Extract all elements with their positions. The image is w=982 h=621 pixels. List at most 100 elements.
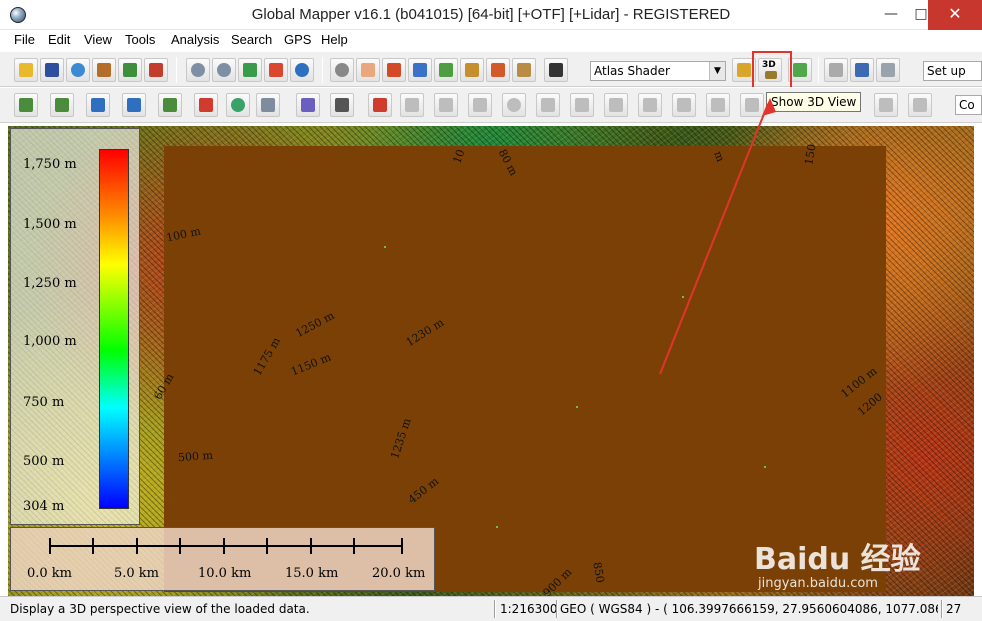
open-folder-icon[interactable] (14, 58, 38, 82)
shader-dropdown-value: Atlas Shader (594, 64, 670, 78)
points-icon[interactable] (296, 93, 320, 117)
save-icon[interactable] (40, 58, 64, 82)
scale-bar: 0.0 km 5.0 km 10.0 km 15.0 km 20.0 km (10, 527, 435, 591)
tool-disabled-6-icon[interactable] (570, 93, 594, 117)
toolbar-separator (818, 57, 819, 83)
scale-label: 15.0 km (285, 566, 339, 581)
status-separator (556, 600, 558, 618)
show-3d-view-tooltip: Show 3D View (766, 92, 862, 112)
menu-gps[interactable]: GPS (284, 32, 311, 47)
data-speck (496, 526, 498, 528)
legend-label: 304 m (23, 499, 65, 514)
baidu-url: jingyan.baidu.com (758, 576, 878, 591)
toolbar-separator (176, 57, 177, 83)
path-profile-icon[interactable] (434, 58, 458, 82)
data-speck (764, 466, 766, 468)
split-line-icon[interactable] (368, 93, 392, 117)
status-message: Display a 3D perspective view of the loa… (10, 602, 310, 616)
baidu-watermark: Baidu 经验 jingyan.baidu.com (754, 530, 980, 600)
watershed-icon[interactable] (122, 93, 146, 117)
window-title: Global Mapper v16.1 (b041015) [64-bit] [… (251, 6, 731, 23)
menu-help[interactable]: Help (321, 32, 348, 47)
tool-disabled-8-icon[interactable] (638, 93, 662, 117)
tool-disabled-9-icon[interactable] (672, 93, 696, 117)
layer-icon[interactable] (512, 58, 536, 82)
window-icon[interactable] (850, 58, 874, 82)
scale-tick (401, 538, 403, 554)
scale-label: 20.0 km (372, 566, 426, 581)
home-icon[interactable] (264, 58, 288, 82)
legend-label: 500 m (23, 454, 65, 469)
legend-label: 1,000 m (23, 334, 77, 349)
scale-tick (179, 538, 181, 554)
zoom-out-icon[interactable] (212, 58, 236, 82)
menu-search[interactable]: Search (231, 32, 272, 47)
menu-tools[interactable]: Tools (125, 32, 155, 47)
highlight-box (752, 51, 792, 90)
elevation-color-ramp (99, 149, 129, 509)
right-dropdown-label: Co (959, 98, 975, 112)
scale-label: 0.0 km (27, 566, 73, 581)
globe-data-icon[interactable] (66, 58, 90, 82)
status-separator (494, 600, 496, 618)
tool-disabled-11-icon[interactable] (740, 93, 764, 117)
tool-disabled-5-icon[interactable] (536, 93, 560, 117)
sparkle-icon[interactable] (876, 58, 900, 82)
tool-disabled-2-icon[interactable] (434, 93, 458, 117)
setup-favorites-dropdown[interactable]: Set up Fa (923, 61, 982, 81)
scale-line (49, 545, 403, 547)
menu-view[interactable]: View (84, 32, 112, 47)
data-speck (384, 246, 386, 248)
setup-favorites-label: Set up Fa (927, 64, 966, 78)
menu-edit[interactable]: Edit (48, 32, 70, 47)
tool-disabled-13-icon[interactable] (908, 93, 932, 117)
vertex-icon[interactable] (330, 93, 354, 117)
legend-label: 750 m (23, 395, 65, 410)
tool-disabled-7-icon[interactable] (604, 93, 628, 117)
contour-icon[interactable] (158, 93, 182, 117)
overlap-icon[interactable] (226, 93, 250, 117)
zoom-in-icon[interactable] (186, 58, 210, 82)
tool-disabled-10-icon[interactable] (706, 93, 730, 117)
loaded-data-layer[interactable] (164, 146, 886, 592)
data-speck (576, 406, 578, 408)
right-dropdown[interactable]: Co (955, 95, 982, 115)
code-icon[interactable] (194, 93, 218, 117)
digitizer-icon[interactable] (460, 58, 484, 82)
chevron-down-icon[interactable]: ▼ (709, 62, 725, 80)
shader-dropdown[interactable]: Atlas Shader ▼ (590, 61, 726, 81)
map-view[interactable] (8, 126, 974, 596)
main-toolbar: Atlas Shader ▼ 3D Set up Fa (0, 51, 982, 87)
config-icon[interactable] (144, 58, 168, 82)
legend-label: 1,250 m (23, 276, 77, 291)
print-icon[interactable] (92, 58, 116, 82)
tool-disabled-3-icon[interactable] (468, 93, 492, 117)
zoom-extent-icon[interactable] (238, 58, 262, 82)
data-speck (682, 296, 684, 298)
draw-area-icon[interactable] (14, 93, 38, 117)
edit-pencil-icon[interactable] (486, 58, 510, 82)
refresh-icon[interactable] (290, 58, 314, 82)
status-scale: 1:216300 (500, 602, 556, 616)
tool-disabled-4-icon[interactable] (502, 93, 526, 117)
export-icon[interactable] (118, 58, 142, 82)
measure-icon[interactable] (382, 58, 406, 82)
menu-file[interactable]: File (14, 32, 35, 47)
scale-tick (92, 538, 94, 554)
feature-info-icon[interactable] (408, 58, 432, 82)
draw-line-icon[interactable] (50, 93, 74, 117)
scale-tick (310, 538, 312, 554)
grid-icon[interactable] (256, 93, 280, 117)
status-bar: Display a 3D perspective view of the loa… (0, 596, 982, 621)
zoom-tool-icon[interactable] (330, 58, 354, 82)
tool-disabled-1-icon[interactable] (400, 93, 424, 117)
tool-disabled-12-icon[interactable] (874, 93, 898, 117)
contour-label: 500 m (177, 448, 214, 465)
binoculars-icon[interactable] (544, 58, 568, 82)
toolbar-separator (322, 57, 323, 83)
close-button[interactable]: ✕ (928, 0, 982, 30)
pan-hand-icon[interactable] (356, 58, 380, 82)
flag-icon[interactable] (824, 58, 848, 82)
create-buffer-icon[interactable] (86, 93, 110, 117)
menu-analysis[interactable]: Analysis (171, 32, 219, 47)
